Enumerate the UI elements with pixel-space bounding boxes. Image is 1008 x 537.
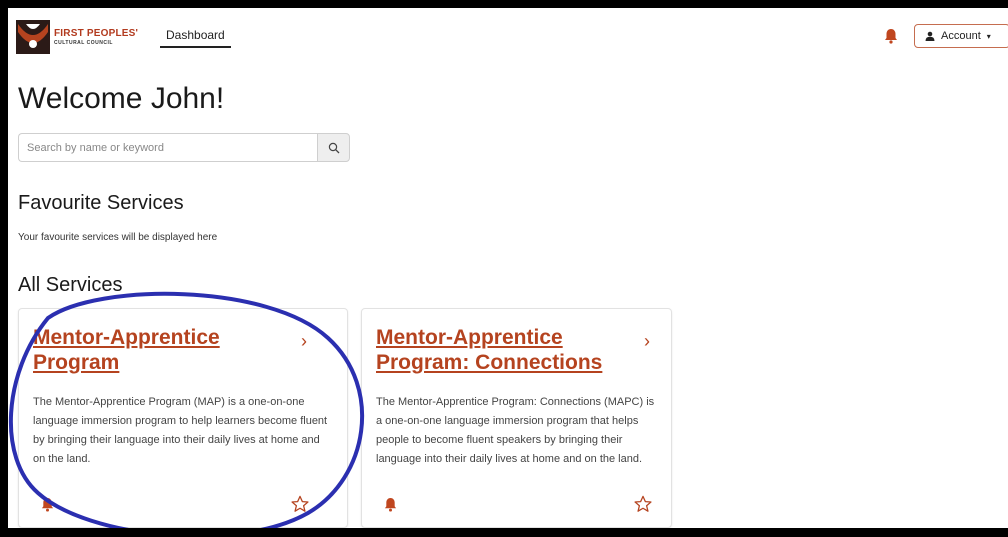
favourites-empty-message: Your favourite services will be displaye… [18, 232, 218, 243]
search-bar [18, 133, 350, 162]
bell-icon[interactable] [384, 497, 397, 512]
bell-icon[interactable] [884, 28, 898, 44]
bell-icon[interactable] [41, 497, 54, 512]
service-card-mapc[interactable]: Mentor-Apprentice Program: Connections ›… [361, 308, 672, 528]
star-outline-icon[interactable] [291, 495, 309, 513]
nav-dashboard-link[interactable]: Dashboard [160, 26, 231, 48]
page-title: Welcome John! [18, 82, 225, 115]
service-card-title[interactable]: Mentor-Apprentice Program: Connections [376, 325, 626, 375]
logo-text: FIRST PEOPLES' CULTURAL COUNCIL [54, 27, 139, 46]
logo[interactable]: FIRST PEOPLES' CULTURAL COUNCIL [16, 20, 156, 54]
chevron-right-icon[interactable]: › [644, 331, 650, 352]
search-icon [328, 142, 339, 153]
search-button[interactable] [317, 133, 350, 162]
chevron-right-icon[interactable]: › [301, 331, 307, 352]
service-card-description: The Mentor-Apprentice Program (MAP) is a… [33, 396, 328, 465]
top-navbar: FIRST PEOPLES' CULTURAL COUNCIL Dashboar… [8, 8, 1008, 64]
person-icon [925, 31, 935, 41]
service-card-map[interactable]: Mentor-Apprentice Program › The Mentor-A… [18, 308, 348, 528]
chevron-down-icon: ▾ [986, 31, 991, 41]
app-frame: FIRST PEOPLES' CULTURAL COUNCIL Dashboar… [8, 8, 1008, 528]
service-card-description: The Mentor-Apprentice Program: Connectio… [376, 396, 655, 465]
account-label: Account [941, 30, 981, 42]
favourite-services-heading: Favourite Services [18, 192, 184, 214]
service-card-title[interactable]: Mentor-Apprentice Program [33, 325, 283, 375]
search-input[interactable] [18, 133, 317, 162]
logo-mark-icon [16, 20, 50, 54]
logo-line-1: FIRST PEOPLES' [54, 27, 139, 39]
logo-line-2: CULTURAL COUNCIL [54, 39, 113, 46]
all-services-heading: All Services [18, 274, 123, 296]
star-outline-icon[interactable] [634, 495, 652, 513]
account-dropdown-button[interactable]: Account ▾ [914, 24, 1008, 48]
